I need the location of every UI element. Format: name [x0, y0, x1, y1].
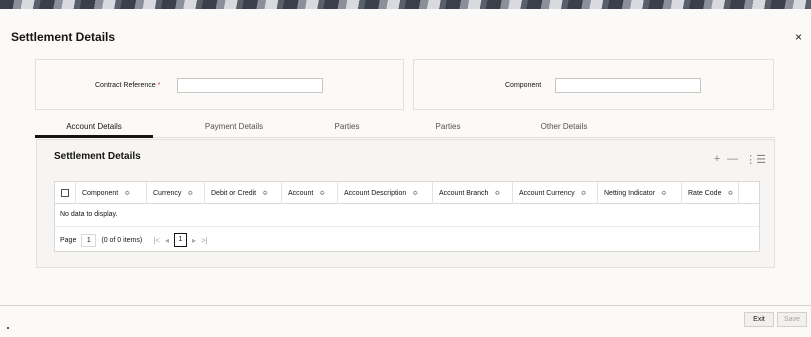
settlement-grid: Component ≎ Currency ≎ Debit or Credit ≎ Ac…	[54, 181, 760, 252]
component-label: Component	[505, 82, 542, 89]
page-input[interactable]: 1	[81, 233, 97, 247]
top-banner	[0, 0, 811, 9]
column-header-account-currency[interactable]: Account Currency ≎	[513, 182, 598, 204]
sort-icon[interactable]: ≎	[727, 189, 733, 197]
tab-account-details[interactable]: Account Details	[35, 122, 153, 131]
panel-title: Settlement Details	[54, 151, 141, 162]
corner-dot	[7, 327, 9, 329]
contract-reference-input[interactable]	[177, 78, 323, 93]
sort-icon[interactable]: ≎	[661, 189, 667, 197]
first-page-icon[interactable]: |<	[153, 236, 160, 245]
add-row-icon[interactable]: +	[714, 153, 720, 166]
save-button[interactable]: Save	[777, 312, 807, 327]
tab-bar: Account Details Payment Details Parties …	[34, 120, 775, 138]
component-box: Component	[413, 59, 774, 110]
column-header-rate-code[interactable]: Rate Code ≎	[682, 182, 739, 204]
column-header-account-description[interactable]: Account Description ≎	[338, 182, 433, 204]
sort-icon[interactable]: ≎	[124, 189, 130, 197]
grid-toolbar: + — ⋮☰	[714, 153, 766, 166]
sort-icon[interactable]: ≎	[319, 189, 325, 197]
page-summary: (0 of 0 items)	[101, 236, 143, 244]
footer-divider	[0, 305, 811, 306]
tab-payment-details[interactable]: Payment Details	[184, 122, 284, 131]
prev-page-icon[interactable]: ◂	[165, 236, 169, 245]
column-header-account[interactable]: Account ≎	[282, 182, 338, 204]
close-icon[interactable]: ×	[795, 30, 802, 44]
page-label: Page	[60, 236, 77, 244]
grid-header: Component ≎ Currency ≎ Debit or Credit ≎ Ac…	[55, 182, 759, 204]
tab-parties[interactable]: Parties	[322, 122, 372, 131]
column-header-component[interactable]: Component ≎	[76, 182, 147, 204]
current-page-button[interactable]: 1	[173, 233, 187, 247]
sort-icon[interactable]: ≎	[581, 189, 587, 197]
pager: Page 1 (0 of 0 items) |< ◂ 1 ▸ >|	[55, 226, 759, 253]
component-input[interactable]	[555, 78, 701, 93]
tab-other-details[interactable]: Other Details	[524, 122, 604, 131]
sort-icon[interactable]: ≎	[187, 189, 193, 197]
remove-row-icon[interactable]: —	[727, 153, 738, 166]
active-tab-indicator	[35, 135, 153, 138]
columns-icon[interactable]: ⋮☰	[745, 153, 766, 166]
select-all-checkbox[interactable]	[61, 189, 69, 197]
contract-reference-box: Contract Reference *	[35, 59, 404, 110]
column-header-currency[interactable]: Currency ≎	[147, 182, 205, 204]
contract-reference-label: Contract Reference *	[95, 82, 161, 89]
sort-icon[interactable]: ≎	[494, 189, 500, 197]
dialog-title: Settlement Details	[11, 30, 116, 44]
required-marker: *	[157, 82, 161, 89]
next-page-icon[interactable]: ▸	[192, 236, 196, 245]
last-page-icon[interactable]: >|	[201, 236, 208, 245]
sort-icon[interactable]: ≎	[262, 189, 268, 197]
select-all-cell	[55, 182, 76, 204]
sort-icon[interactable]: ≎	[412, 189, 418, 197]
tab-parties-2[interactable]: Parties	[423, 122, 473, 131]
settlement-details-panel: Settlement Details + — ⋮☰ Component ≎ Cur…	[36, 139, 775, 268]
empty-message: No data to display.	[60, 211, 118, 218]
column-header-debit-credit[interactable]: Debit or Credit ≎	[205, 182, 282, 204]
column-header-netting-indicator[interactable]: Netting Indicator ≎	[598, 182, 682, 204]
column-header-account-branch[interactable]: Account Branch ≎	[433, 182, 513, 204]
exit-button[interactable]: Exit	[744, 312, 774, 327]
